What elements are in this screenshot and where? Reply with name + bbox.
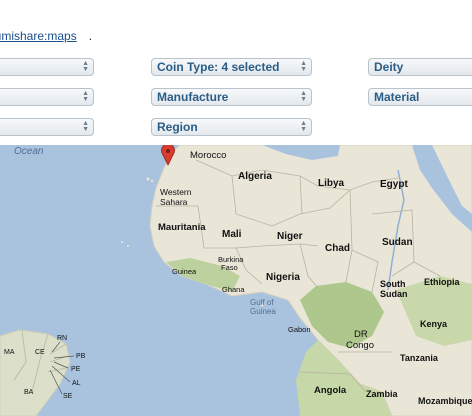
numishare-maps-link[interactable]: numishare:maps [0, 29, 77, 43]
state-label-se: SE [63, 393, 73, 400]
country-label-mozambique: Mozambique [418, 396, 472, 406]
state-label-rn: RN [57, 335, 67, 342]
country-label-guinea: Guinea [172, 267, 197, 276]
country-label-niger: Niger [277, 231, 303, 242]
coin-type-label: Coin Type: 4 selected [157, 60, 280, 74]
country-label-western-sahara: Western [160, 187, 192, 197]
country-label-nigeria: Nigeria [266, 272, 300, 283]
select-arrows-icon: ▲ ▼ [300, 60, 307, 73]
country-label-algeria: Algeria [238, 171, 272, 182]
deity-select[interactable]: Deity [368, 58, 472, 76]
country-label-gabon: Gabon [288, 325, 311, 334]
state-label-pb: PB [76, 353, 86, 360]
country-label-western-sahara-2: Sahara [160, 197, 188, 207]
map-view[interactable]: Ocean Morocco Algeria Libya Egypt Wester… [0, 145, 472, 416]
state-label-ma: MA [4, 349, 15, 356]
filter-select-left-2[interactable]: ▲ ▼ [0, 88, 94, 106]
deity-label: Deity [374, 60, 404, 74]
country-label-kenya: Kenya [420, 319, 448, 329]
manufacture-label: Manufacture [157, 90, 229, 104]
country-label-mali: Mali [222, 229, 242, 240]
gulf-label-1: Gulf of [250, 298, 274, 307]
country-label-dr: DR [354, 329, 368, 340]
select-arrows-icon: ▲ ▼ [82, 90, 89, 103]
link-suffix: . [88, 29, 93, 43]
country-label-sudan: Sudan [382, 237, 413, 248]
state-label-ba: BA [24, 389, 34, 396]
state-label-ce: CE [35, 349, 45, 356]
map-canvas: Ocean Morocco Algeria Libya Egypt Wester… [0, 145, 472, 416]
select-arrows-icon: ▲ ▼ [82, 120, 89, 133]
gulf-label-2: Guinea [250, 307, 276, 316]
country-label-tanzania: Tanzania [400, 353, 439, 363]
country-label-south: South [380, 279, 406, 289]
country-label-ghana: Ghana [222, 285, 245, 294]
ocean-label: Ocean [14, 146, 44, 157]
select-arrows-icon: ▲ ▼ [300, 120, 307, 133]
country-label-libya: Libya [318, 178, 345, 189]
country-label-faso: Faso [221, 263, 238, 272]
state-label-al: AL [72, 380, 81, 387]
country-label-zambia: Zambia [366, 389, 399, 399]
filter-select-left-1[interactable]: ▲ ▼ [0, 58, 94, 76]
country-label-angola: Angola [314, 385, 347, 396]
select-arrows-icon: ▲ ▼ [82, 60, 89, 73]
region-label: Region [157, 120, 198, 134]
select-arrows-icon: ▲ ▼ [300, 90, 307, 103]
region-select[interactable]: Region ▲ ▼ [151, 118, 312, 136]
header-link-line: numishare:maps. [0, 29, 92, 43]
material-select[interactable]: Material [368, 88, 472, 106]
country-label-south-sudan: Sudan [380, 289, 408, 299]
country-label-congo: Congo [346, 340, 374, 351]
coin-type-select[interactable]: Coin Type: 4 selected ▲ ▼ [151, 58, 312, 76]
country-label-mauritania: Mauritania [158, 222, 206, 233]
filter-select-left-3[interactable]: ▲ ▼ [0, 118, 94, 136]
state-label-pe: PE [71, 366, 81, 373]
country-label-chad: Chad [325, 243, 350, 254]
country-label-morocco: Morocco [190, 150, 226, 161]
country-label-ethiopia: Ethiopia [424, 277, 460, 287]
country-label-egypt: Egypt [380, 179, 408, 190]
manufacture-select[interactable]: Manufacture ▲ ▼ [151, 88, 312, 106]
material-label: Material [374, 90, 420, 104]
